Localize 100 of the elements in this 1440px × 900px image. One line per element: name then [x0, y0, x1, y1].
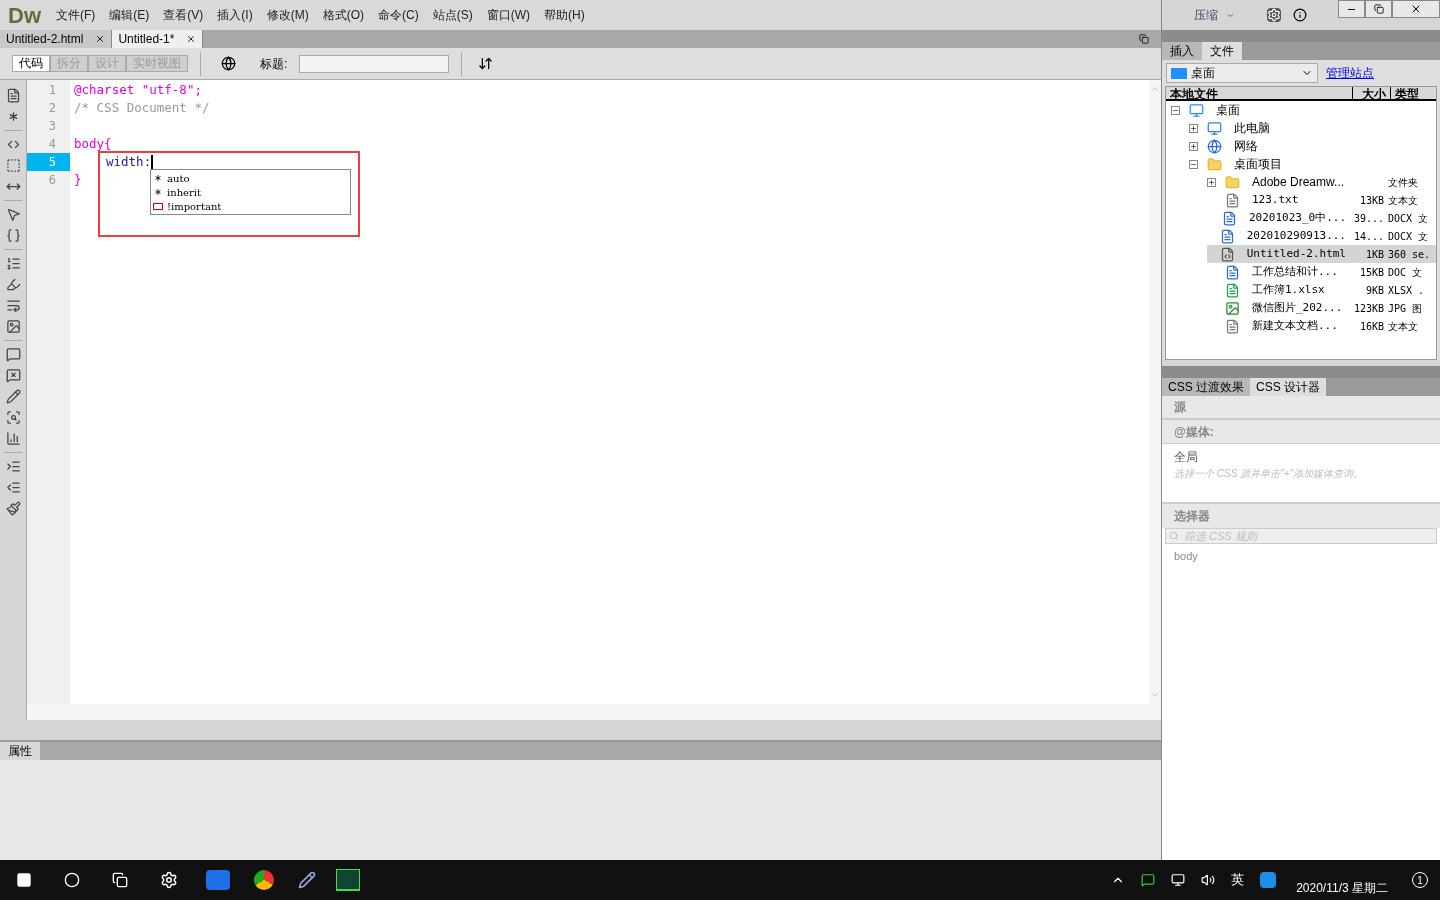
menu-item[interactable]: 文件(F) [49, 6, 103, 24]
collapse-toggle[interactable] [1189, 159, 1198, 169]
file-tree-row[interactable]: Untitled-2.html 1KB 360 se. [1207, 245, 1436, 263]
file-size: 9KB [1364, 283, 1384, 298]
file-tree-row[interactable]: 202010290913... 14... DOCX 文 [1207, 227, 1436, 245]
file-name: 此电脑 [1234, 120, 1270, 137]
globe-icon[interactable] [221, 56, 236, 71]
code-line: /* CSS Document */ [74, 100, 210, 115]
indent-icon[interactable] [5, 459, 21, 474]
network-icon[interactable] [1171, 873, 1186, 887]
windows-start-icon[interactable] [16, 872, 32, 888]
expand-toggle[interactable] [1189, 123, 1198, 133]
file-name: 202010290913... [1246, 227, 1346, 244]
info-icon[interactable] [1293, 8, 1307, 22]
file-tree-row[interactable]: 20201023_0中... 39... DOCX 文 [1207, 209, 1436, 227]
restore-button[interactable] [1365, 0, 1392, 18]
menu-item[interactable]: 查看(V) [156, 6, 211, 24]
sort-icon[interactable] [478, 56, 494, 71]
zoom-icon[interactable] [5, 410, 21, 425]
column-header[interactable]: 类型 [1390, 87, 1436, 99]
file-tree-row[interactable]: 此电脑 [1189, 119, 1436, 137]
document-tab[interactable]: Untitled-2.html [0, 30, 113, 48]
brush-icon[interactable] [5, 501, 21, 516]
desktop-icon [1188, 102, 1204, 118]
file-tree-row[interactable]: 新建文本文档... 16KB 文本文 [1207, 317, 1436, 335]
asterisk-icon [153, 173, 163, 183]
highlight-icon[interactable] [5, 277, 21, 292]
comment-icon[interactable] [5, 347, 21, 362]
chat-icon[interactable] [1141, 873, 1156, 887]
menu-item[interactable]: 帮助(H) [537, 6, 592, 24]
line-number: 4 [47, 136, 57, 153]
column-header[interactable]: 本地文件 [1166, 87, 1352, 99]
file-tree-row[interactable]: 123.txt 13KB 文本文 [1207, 191, 1436, 209]
image-icon [1224, 300, 1240, 316]
file-name: 网络 [1234, 138, 1258, 155]
restore-icon[interactable] [1139, 34, 1149, 44]
expand-toggle[interactable] [1207, 177, 1216, 187]
search-icon[interactable] [64, 872, 80, 888]
suggestion-item[interactable]: !important [151, 199, 350, 213]
selection-icon[interactable] [5, 158, 21, 173]
file-type: 文本文 [1388, 319, 1419, 334]
site-dropdown[interactable]: 桌面 [1166, 63, 1318, 83]
file-tree-row[interactable]: Adobe Dreamw... 文件夹 [1207, 173, 1436, 191]
remove-comment-icon[interactable] [5, 368, 21, 383]
line-numbers-icon[interactable] [5, 256, 21, 271]
panel-tab[interactable]: 插入 [1162, 42, 1202, 60]
expand-toggle[interactable] [1189, 141, 1198, 151]
file-tree-row[interactable]: 桌面 [1171, 101, 1436, 119]
new-file-icon[interactable] [5, 88, 21, 103]
app-icon[interactable] [298, 871, 316, 889]
menu-item[interactable]: 命令(C) [371, 6, 426, 24]
selector-item[interactable]: body [1162, 544, 1440, 565]
active-app-icon[interactable] [336, 869, 360, 891]
braces-icon[interactable] [5, 228, 21, 243]
settings-icon[interactable] [1267, 8, 1281, 22]
view-button[interactable]: 代码 [12, 55, 50, 72]
line-number: 3 [47, 118, 57, 135]
line-number: 5 [27, 153, 70, 171]
volume-icon[interactable] [1201, 873, 1216, 887]
document-tab[interactable]: Untitled-1* [112, 30, 204, 48]
file-size: 13KB [1358, 193, 1384, 208]
input-method-indicator[interactable]: 英 [1231, 870, 1245, 890]
panel-tab[interactable]: 文件 [1202, 42, 1242, 60]
panel-tab[interactable]: CSS 过渡效果 [1162, 378, 1250, 396]
pencil-icon[interactable] [5, 389, 21, 404]
file-type: XLSX . [1388, 283, 1426, 298]
wrap-text-icon[interactable] [5, 298, 21, 313]
collapse-toggle[interactable] [1171, 105, 1180, 115]
menu-item[interactable]: 修改(M) [259, 6, 316, 24]
horizontal-scrollbar[interactable] [27, 704, 1161, 720]
menu-item[interactable]: 编辑(E) [102, 6, 157, 24]
task-view-icon[interactable] [112, 872, 128, 888]
panel-tab[interactable]: CSS 设计器 [1250, 378, 1327, 396]
suggestion-item[interactable]: auto [151, 171, 350, 185]
image-icon[interactable] [5, 319, 21, 334]
pointer-icon[interactable] [5, 207, 21, 222]
file-tree-row[interactable]: 工作总结和计... 15KB DOC 文 [1207, 263, 1436, 281]
title-field[interactable] [299, 54, 450, 73]
menu-item[interactable]: 插入(I) [210, 6, 260, 24]
menu-item[interactable]: 格式(O) [315, 6, 371, 24]
file-tree-row[interactable]: 工作簿1.xlsx 9KB XLSX . [1207, 281, 1436, 299]
date-text[interactable]: 2020/11/3 星期二 [1296, 879, 1388, 897]
file-tree-row[interactable]: 桌面项目 [1189, 155, 1436, 173]
panel-tab[interactable]: 属性 [0, 742, 40, 760]
menu-item[interactable]: 窗口(W) [479, 6, 537, 24]
manage-sites-link[interactable]: 管理站点 [1326, 64, 1374, 82]
file-tree-row[interactable]: 网络 [1189, 137, 1436, 155]
menu-item[interactable]: 站点(S) [425, 6, 480, 24]
file-name: 20201023_0中... [1248, 209, 1346, 226]
file-name: 桌面项目 [1234, 156, 1282, 173]
file-size: 1KB [1364, 247, 1384, 262]
close-icon[interactable] [95, 34, 106, 44]
suggestion-item[interactable]: inherit [151, 185, 350, 199]
file-tree-row[interactable]: 微信图片_202... 123KB JPG 图 [1207, 299, 1436, 317]
browser-icon[interactable] [254, 870, 274, 890]
media-item[interactable]: 全局 [1174, 448, 1198, 466]
outdent-icon[interactable] [5, 480, 21, 495]
close-icon[interactable] [186, 34, 197, 44]
workspace-switcher[interactable]: 压缩 [1194, 6, 1235, 24]
chart-icon[interactable] [5, 431, 21, 446]
